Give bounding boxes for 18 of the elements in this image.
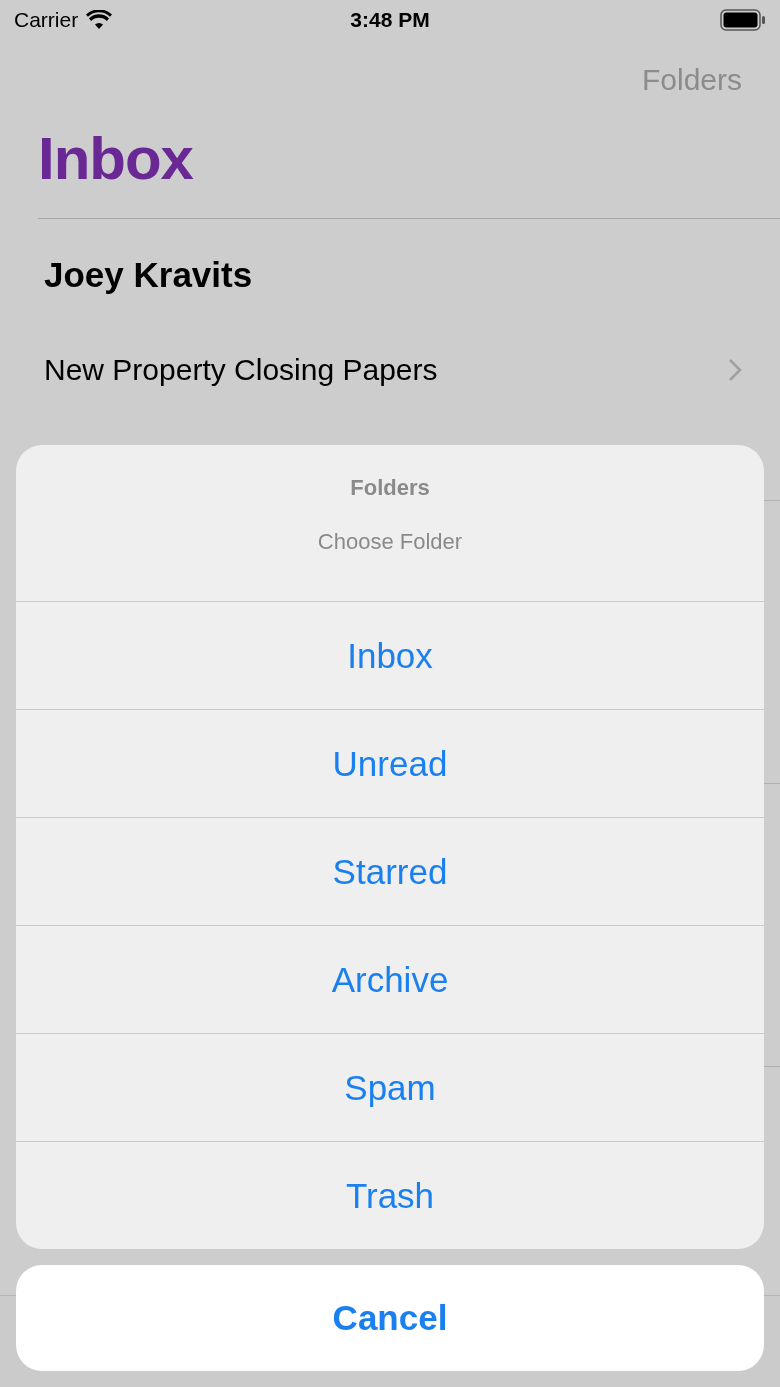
battery-icon xyxy=(720,9,766,31)
wifi-icon xyxy=(86,10,113,30)
folder-option[interactable]: Inbox xyxy=(16,601,764,709)
folders-button[interactable]: Folders xyxy=(641,58,742,102)
page-title: Inbox xyxy=(37,124,194,194)
message-subject: New Property Closing Papers xyxy=(44,353,438,387)
folder-option[interactable]: Starred xyxy=(16,817,764,925)
clock-time: 3:48 PM xyxy=(350,8,430,32)
folder-option[interactable]: Trash xyxy=(16,1141,764,1249)
sheet-title: Folders xyxy=(350,475,430,501)
folder-option[interactable]: Unread xyxy=(16,709,764,817)
sender-name: Joey Kravits xyxy=(44,255,254,295)
sheet-message: Choose Folder xyxy=(317,529,463,555)
carrier-label: Carrier xyxy=(14,8,79,32)
cancel-button[interactable]: Cancel xyxy=(16,1265,764,1371)
folder-option[interactable]: Archive xyxy=(16,925,764,1033)
folder-option[interactable]: Spam xyxy=(16,1033,764,1141)
chevron-icon xyxy=(728,358,742,382)
